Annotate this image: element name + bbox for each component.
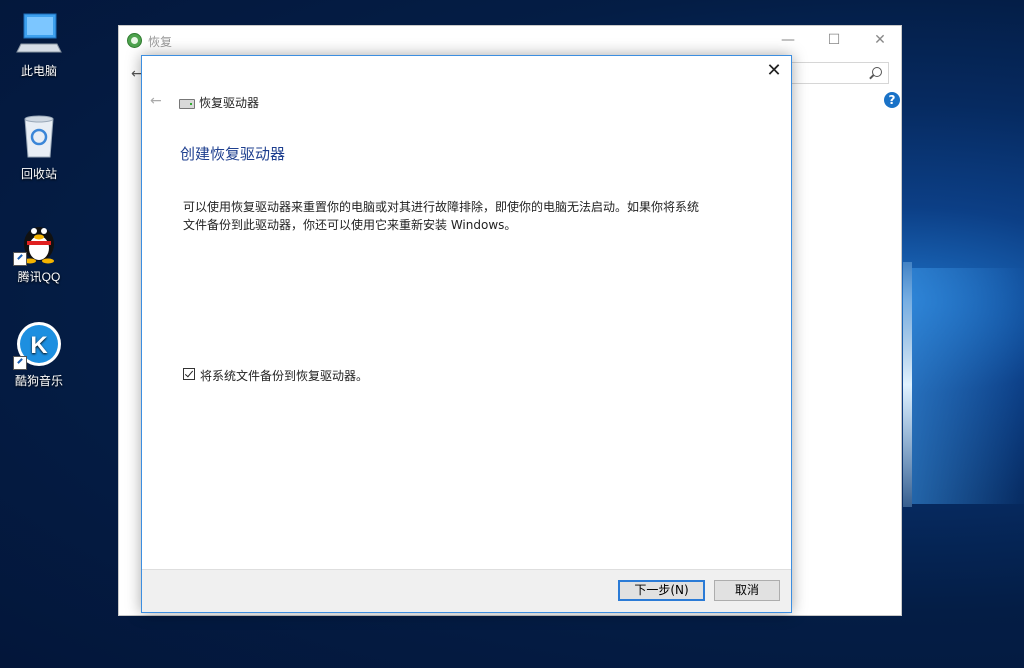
description-text: 可以使用恢复驱动器来重置你的电脑或对其进行故障排除，即使你的电脑无法启动。如果你… — [183, 200, 700, 232]
page-title: 创建恢复驱动器 — [180, 145, 286, 163]
qq-icon — [13, 216, 63, 266]
kugou-icon: K — [13, 320, 63, 370]
recovery-drive-dialog: ✕ ← 恢复驱动器 创建恢复驱动器 可以使用恢复驱动器来重置你的电脑或对其进行故… — [141, 55, 792, 613]
next-button[interactable]: 下一步(N) — [618, 580, 705, 601]
recycle-bin-icon — [15, 113, 63, 161]
window-titlebar[interactable]: 恢复 — ☐ ✕ — [119, 26, 901, 55]
wallpaper-light-beam — [903, 262, 912, 507]
minimize-icon[interactable]: — — [765, 26, 811, 55]
search-input[interactable] — [791, 62, 889, 84]
desktop-icon-label: 腾讯QQ — [17, 270, 61, 284]
drive-icon — [179, 99, 195, 109]
desktop-icon-this-pc[interactable]: 此电脑 — [1, 10, 77, 79]
desktop-icon-qq[interactable]: 腾讯QQ — [1, 216, 77, 285]
dialog-breadcrumb: 恢复驱动器 — [199, 96, 260, 110]
wallpaper-glow — [912, 268, 1024, 504]
desktop-icon-label: 回收站 — [20, 167, 57, 181]
cancel-button[interactable]: 取消 — [714, 580, 780, 601]
svg-text:K: K — [30, 332, 48, 359]
desktop-icon-label: 此电脑 — [20, 64, 57, 78]
help-icon[interactable]: ? — [884, 92, 900, 108]
window-title: 恢复 — [148, 35, 173, 49]
maximize-icon[interactable]: ☐ — [811, 26, 857, 55]
dialog-close-icon[interactable]: ✕ — [757, 56, 791, 86]
computer-icon — [15, 10, 63, 58]
search-icon — [872, 67, 882, 77]
close-icon[interactable]: ✕ — [857, 26, 903, 55]
checkbox-label: 将系统文件备份到恢复驱动器。 — [200, 369, 369, 383]
shortcut-arrow-icon — [13, 356, 27, 370]
shortcut-arrow-icon — [13, 252, 27, 266]
backup-system-files-checkbox[interactable] — [183, 368, 195, 380]
dialog-back-arrow-icon[interactable]: ← — [150, 93, 162, 109]
desktop-icon-label: 酷狗音乐 — [14, 374, 63, 388]
desktop-icon-recycle-bin[interactable]: 回收站 — [1, 113, 77, 182]
recovery-app-icon — [127, 33, 142, 48]
dialog-footer: 下一步(N) 取消 — [142, 569, 791, 612]
desktop-icon-kugou[interactable]: K 酷狗音乐 — [1, 320, 77, 389]
